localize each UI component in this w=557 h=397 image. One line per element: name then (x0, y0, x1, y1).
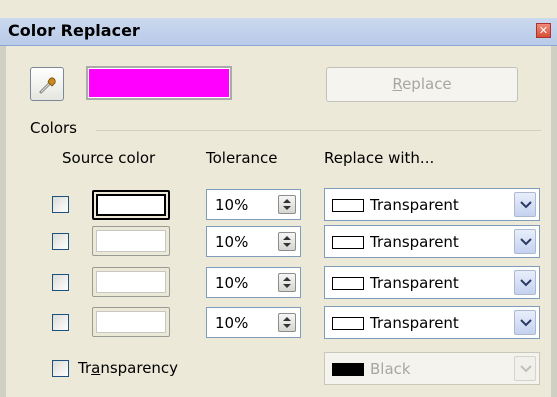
selected-color-preview (86, 66, 232, 100)
row-2-replace-value: Transparent (370, 233, 459, 251)
row-3-replace-value: Transparent (370, 274, 459, 292)
row-4-source-color[interactable] (92, 307, 170, 337)
close-icon: ✕ (538, 24, 549, 37)
eyedropper-icon (39, 77, 56, 94)
left-frame (0, 46, 6, 397)
chevron-down-icon[interactable] (514, 356, 536, 381)
color-replacer-dialog: Color Replacer ✕ Replace Colors Source c… (0, 0, 557, 397)
replace-label-mnemonic: R (392, 75, 403, 93)
row-4-replace-combo[interactable]: Transparent (324, 306, 540, 339)
row-2-spin-button[interactable] (278, 232, 296, 251)
row-3-replace-combo[interactable]: Transparent (324, 266, 540, 299)
row-1-replace-swatch (332, 199, 364, 212)
row-3-tolerance-value: 10% (215, 274, 249, 292)
replace-with-header: Replace with... (324, 149, 435, 167)
row-3-spin-button[interactable] (278, 273, 296, 292)
row-3-source-color[interactable] (92, 267, 170, 297)
transparency-color-combo[interactable]: Black (324, 352, 540, 385)
row-1-spin-button[interactable] (278, 195, 296, 214)
row-4-tolerance-value: 10% (215, 314, 249, 332)
replace-label-post: eplace (402, 75, 452, 93)
transparency-label-mnemonic: a (91, 359, 101, 377)
row-1-replace-combo[interactable]: Transparent (324, 188, 540, 221)
row-4-replace-swatch (332, 317, 364, 330)
row-4-tolerance-field[interactable]: 10% (206, 307, 301, 338)
close-button[interactable]: ✕ (536, 23, 551, 38)
dialog-title: Color Replacer (8, 21, 140, 40)
spin-arrows-icon (283, 277, 291, 288)
chevron-down-icon[interactable] (514, 270, 536, 295)
right-frame (551, 46, 557, 397)
spin-arrows-icon (283, 199, 291, 210)
row-2-tolerance-field[interactable]: 10% (206, 226, 301, 257)
transparency-label-post: nsparency (100, 359, 179, 377)
replace-button[interactable]: Replace (326, 67, 518, 102)
spin-arrows-icon (283, 317, 291, 328)
row-1-tolerance-value: 10% (215, 196, 249, 214)
transparency-color-value: Black (370, 360, 411, 378)
row-1-tolerance-field[interactable]: 10% (206, 189, 301, 220)
chevron-down-icon[interactable] (514, 192, 536, 217)
row-4-replace-value: Transparent (370, 314, 459, 332)
row-2-replace-swatch (332, 236, 364, 249)
tolerance-header: Tolerance (206, 149, 278, 167)
source-color-header: Source color (62, 149, 156, 167)
row-3-tolerance-field[interactable]: 10% (206, 267, 301, 298)
row-2-source-color[interactable] (92, 226, 170, 256)
dialog-body: Replace Colors Source color Tolerance Re… (0, 46, 557, 397)
row-4-spin-button[interactable] (278, 313, 296, 332)
row-4-checkbox[interactable] (52, 314, 69, 331)
row-2-replace-combo[interactable]: Transparent (324, 225, 540, 258)
row-2-checkbox[interactable] (52, 233, 69, 250)
row-2-tolerance-value: 10% (215, 233, 249, 251)
pipette-button[interactable] (30, 67, 64, 101)
transparency-label-pre: Tr (78, 359, 92, 377)
colors-group-label: Colors (30, 119, 77, 137)
group-divider (96, 130, 541, 131)
chevron-down-icon[interactable] (514, 229, 536, 254)
title-bar: Color Replacer ✕ (0, 18, 557, 46)
transparency-color-swatch (332, 363, 364, 376)
row-1-checkbox[interactable] (52, 196, 69, 213)
row-3-checkbox[interactable] (52, 274, 69, 291)
row-1-replace-value: Transparent (370, 196, 459, 214)
transparency-label[interactable]: Transparency (78, 359, 178, 377)
chevron-down-icon[interactable] (514, 310, 536, 335)
row-1-source-color[interactable] (92, 190, 170, 220)
spin-arrows-icon (283, 236, 291, 247)
transparency-checkbox[interactable] (52, 360, 69, 377)
row-3-replace-swatch (332, 277, 364, 290)
